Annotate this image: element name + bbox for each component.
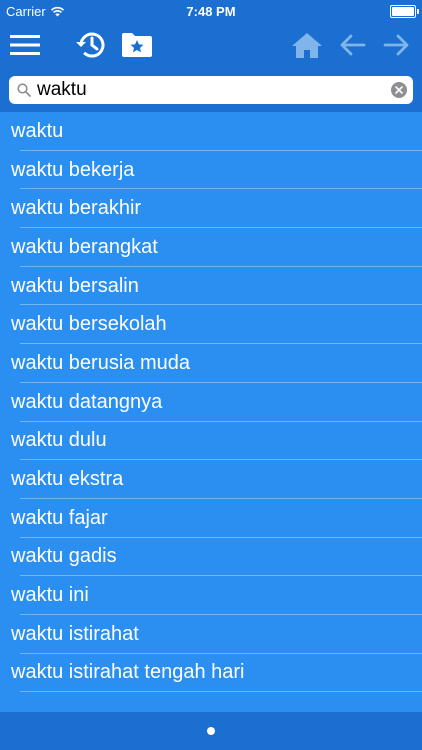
list-item[interactable]: waktu istirahat	[0, 615, 422, 654]
toolbar	[0, 22, 422, 68]
list-item[interactable]: waktu berusia muda	[0, 344, 422, 383]
list-item[interactable]: waktu berakhir	[0, 189, 422, 228]
star-folder-icon[interactable]	[120, 28, 154, 62]
search-bar	[0, 68, 422, 112]
hamburger-menu-icon[interactable]	[8, 28, 42, 62]
results-list: waktu waktu bekerja waktu berakhir waktu…	[0, 112, 422, 710]
list-item[interactable]: waktu istirahat tengah hari	[0, 654, 422, 693]
page-indicator-dot	[207, 727, 215, 735]
battery-icon	[390, 5, 419, 18]
list-item[interactable]: waktu	[0, 112, 422, 151]
search-input[interactable]	[37, 79, 377, 101]
history-icon[interactable]	[74, 28, 108, 62]
list-item[interactable]: waktu dulu	[0, 422, 422, 461]
clear-search-icon[interactable]	[391, 82, 407, 98]
list-item[interactable]: waktu berangkat	[0, 228, 422, 267]
arrow-right-icon[interactable]	[380, 28, 414, 62]
list-item[interactable]: waktu ekstra	[0, 460, 422, 499]
list-item[interactable]: waktu fajar	[0, 499, 422, 538]
list-item[interactable]: waktu bersalin	[0, 267, 422, 306]
page-indicator-bar	[0, 712, 422, 750]
arrow-left-icon[interactable]	[335, 28, 369, 62]
status-bar: Carrier 7:48 PM	[0, 0, 422, 22]
list-item[interactable]: waktu bekerja	[0, 151, 422, 190]
home-icon[interactable]	[290, 28, 324, 62]
list-item[interactable]: waktu ini	[0, 576, 422, 615]
list-item[interactable]: waktu datangnya	[0, 383, 422, 422]
list-item[interactable]: waktu bersekolah	[0, 305, 422, 344]
list-item[interactable]: waktu gadis	[0, 538, 422, 577]
status-time: 7:48 PM	[186, 4, 236, 19]
search-field[interactable]	[9, 76, 413, 104]
search-icon	[17, 83, 31, 97]
